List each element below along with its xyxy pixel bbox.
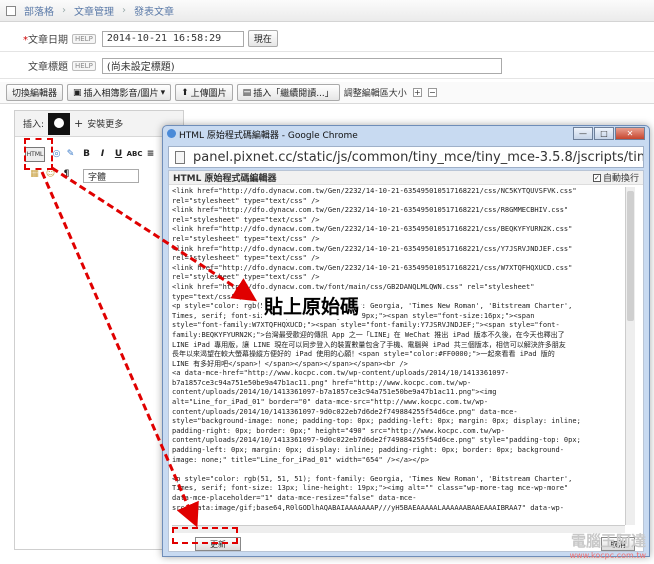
watermark-title: 電腦王阿達 [570, 532, 646, 550]
watermark: 電腦王阿達 www.kocpc.com.tw [570, 530, 646, 560]
paste-source-annotation: 貼上原始碼 [262, 292, 362, 319]
annotation-arrows [40, 166, 258, 528]
arrow-html-to-paste [51, 166, 258, 302]
watermark-url: www.kocpc.com.tw [569, 551, 646, 560]
page: 部落格 › 文章管理 › 發表文章 *文章日期 HELP 2014-10-21 … [0, 0, 654, 564]
arrow-html-to-update [40, 171, 199, 528]
